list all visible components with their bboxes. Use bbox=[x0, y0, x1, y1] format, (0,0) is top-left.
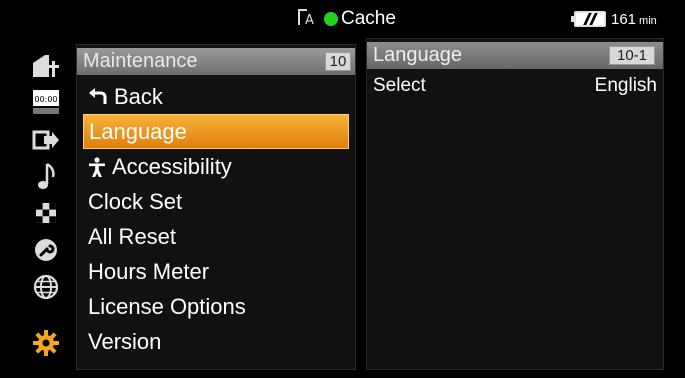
cache-label: Cache bbox=[341, 8, 396, 29]
menu-item-label: Accessibility bbox=[112, 153, 232, 179]
menu-item-clock-set[interactable]: Clock Set bbox=[83, 184, 349, 219]
battery-unit: min bbox=[639, 14, 657, 27]
media-ready-indicator bbox=[324, 12, 338, 26]
timecode-icon[interactable]: 00:00 bbox=[26, 87, 66, 117]
menu-item-label: License Options bbox=[88, 293, 246, 319]
audio-note-icon[interactable] bbox=[26, 161, 66, 191]
wrench-icon[interactable] bbox=[26, 235, 66, 265]
language-select-row[interactable]: Select English bbox=[373, 75, 657, 99]
menu-item-hours-meter[interactable]: Hours Meter bbox=[83, 254, 349, 289]
select-label: Select bbox=[373, 75, 426, 96]
menu-title: Maintenance bbox=[83, 50, 198, 72]
language-panel: Language 10-1 Select English bbox=[366, 38, 664, 370]
media-slot-icon: A bbox=[298, 8, 320, 30]
menu-item-license-options[interactable]: License Options bbox=[83, 289, 349, 324]
menu-item-label: All Reset bbox=[88, 223, 177, 249]
menu-item-label: Version bbox=[88, 328, 162, 354]
menu-item-all-reset[interactable]: All Reset bbox=[83, 219, 349, 254]
menu-item-label: Back bbox=[114, 83, 163, 109]
globe-icon[interactable] bbox=[26, 272, 66, 302]
checker-icon[interactable] bbox=[26, 198, 66, 228]
menu-item-label: Clock Set bbox=[88, 188, 183, 214]
output-icon[interactable] bbox=[26, 125, 66, 155]
svg-text:00:00: 00:00 bbox=[34, 95, 57, 104]
accessibility-icon bbox=[88, 156, 106, 177]
menu-header: Maintenance 10 bbox=[77, 48, 355, 75]
menu-item-version[interactable]: Version bbox=[83, 324, 349, 359]
battery-icon bbox=[571, 11, 606, 27]
detail-badge: 10-1 bbox=[609, 46, 655, 65]
camera-icon[interactable] bbox=[26, 51, 66, 81]
media-status: A Cache bbox=[298, 6, 396, 32]
status-bar: A Cache 161 min bbox=[0, 0, 685, 38]
menu-item-accessibility[interactable]: Accessibility bbox=[83, 149, 349, 184]
menu-item-language[interactable]: Language bbox=[83, 114, 349, 149]
battery-remaining: 161 bbox=[611, 10, 637, 28]
gear-icon[interactable] bbox=[26, 328, 66, 358]
menu-item-label: Hours Meter bbox=[88, 258, 210, 284]
maintenance-menu: Maintenance 10 Back Language Accessibili… bbox=[76, 44, 356, 370]
detail-title: Language bbox=[373, 44, 462, 66]
back-arrow-icon bbox=[88, 87, 108, 106]
language-value[interactable]: English bbox=[595, 75, 657, 97]
menu-badge: 10 bbox=[325, 52, 351, 71]
menu-item-label: Language bbox=[89, 118, 187, 144]
detail-header: Language 10-1 bbox=[367, 42, 663, 69]
menu-item-back[interactable]: Back bbox=[83, 79, 349, 114]
battery-status: 161 min bbox=[571, 8, 657, 30]
category-icon-column: 00:00 bbox=[26, 45, 72, 365]
